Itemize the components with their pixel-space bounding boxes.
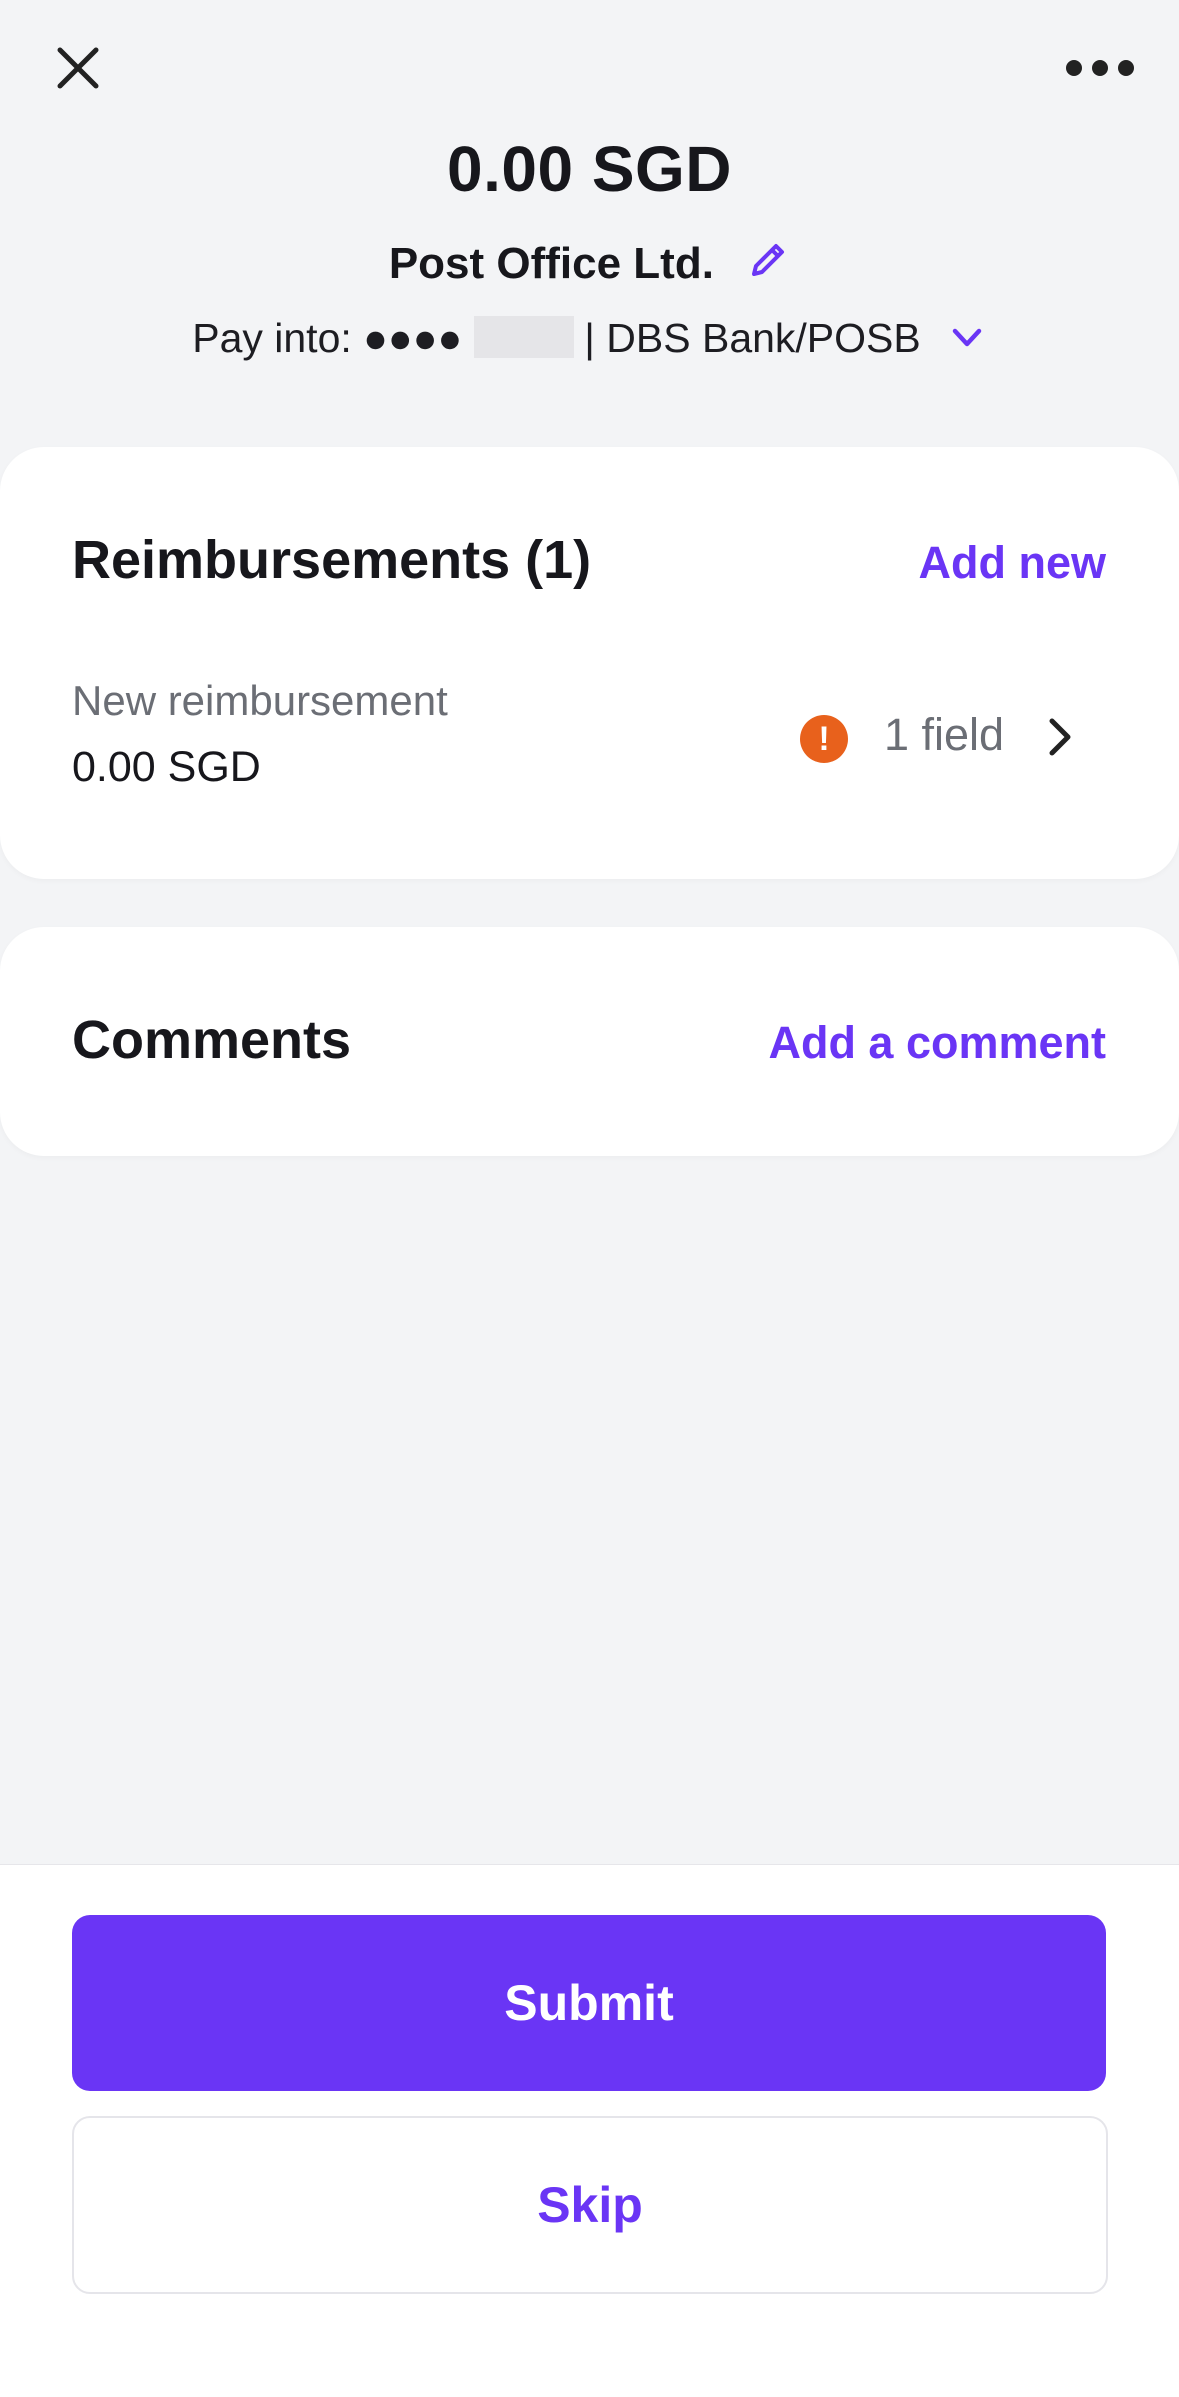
missing-field-count: 1 field xyxy=(884,709,1005,760)
comments-title: Comments xyxy=(72,1010,352,1070)
payee-row[interactable]: Post Office Ltd. xyxy=(0,238,1179,289)
more-options-icon[interactable] xyxy=(1060,40,1140,96)
top-bar xyxy=(0,0,1179,140)
reimbursements-title: Reimbursements (1) xyxy=(72,530,592,590)
reimbursement-name: New reimbursement xyxy=(72,677,448,724)
add-new-button[interactable]: Add new xyxy=(919,537,1107,589)
pay-into-selector[interactable]: Pay into: ●●●● | DBS Bank/POSB xyxy=(0,315,1179,362)
masked-account-dots: ●●●● xyxy=(363,315,463,361)
comments-card: Comments Add a comment xyxy=(0,927,1179,1156)
bank-name: | DBS Bank/POSB xyxy=(584,315,921,361)
reimbursement-list-item[interactable]: New reimbursement 0.00 SGD ! 1 field xyxy=(0,677,1179,797)
warning-icon: ! xyxy=(800,715,848,763)
pencil-icon[interactable] xyxy=(746,238,790,282)
reimbursements-card: Reimbursements (1) Add new New reimburse… xyxy=(0,447,1179,879)
chevron-down-icon[interactable] xyxy=(947,318,987,358)
skip-button[interactable]: Skip xyxy=(72,2116,1108,2294)
submit-button[interactable]: Submit xyxy=(72,1915,1106,2091)
masked-account-redaction xyxy=(474,316,575,358)
reimbursement-amount: 0.00 SGD xyxy=(72,743,261,791)
pay-into-label: Pay into: xyxy=(192,315,364,361)
payee-name: Post Office Ltd. xyxy=(388,239,714,288)
close-icon[interactable] xyxy=(50,40,106,96)
bottom-action-bar: Submit Skip xyxy=(0,1864,1179,2397)
add-comment-button[interactable]: Add a comment xyxy=(768,1017,1106,1069)
total-amount: 0.00 SGD xyxy=(446,133,733,205)
chevron-right-icon[interactable] xyxy=(1040,715,1080,759)
